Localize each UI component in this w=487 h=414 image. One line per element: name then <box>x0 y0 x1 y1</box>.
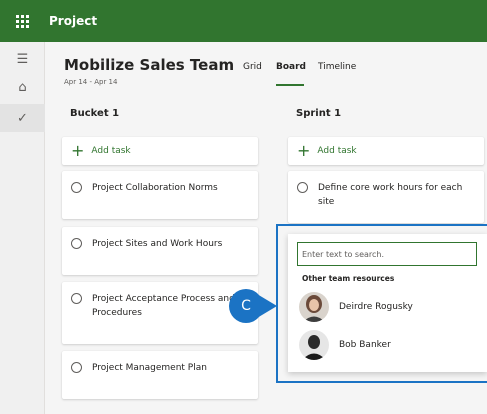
people-search-input[interactable] <box>297 242 477 266</box>
complete-task-checkbox[interactable] <box>71 182 82 193</box>
add-task-button[interactable]: + Add task <box>62 137 258 165</box>
add-task-label: Add task <box>317 146 357 156</box>
add-task-button[interactable]: + Add task <box>288 137 484 165</box>
task-title: Project Management Plan <box>92 363 207 373</box>
active-tab-indicator <box>276 84 304 86</box>
bucket-title[interactable]: Sprint 1 <box>296 108 341 119</box>
hamburger-icon[interactable]: ☰ <box>0 48 45 70</box>
left-rail: ☰ ⌂ ✓ <box>0 42 45 414</box>
avatar <box>299 330 329 360</box>
task-card[interactable]: Project Sites and Work Hours <box>62 227 258 275</box>
person-option[interactable]: Deirdre Rogusky <box>299 292 413 322</box>
task-title: Define core work hours for each site <box>318 183 463 207</box>
person-option[interactable]: Bob Banker <box>299 330 391 360</box>
complete-task-checkbox[interactable] <box>71 362 82 373</box>
app-header: Project <box>0 0 487 42</box>
section-label: Other team resources <box>302 274 395 283</box>
home-icon[interactable]: ⌂ <box>0 76 45 98</box>
tab-grid[interactable]: Grid <box>243 62 262 72</box>
complete-task-checkbox[interactable] <box>71 238 82 249</box>
person-name: Deirdre Rogusky <box>339 302 413 312</box>
person-name: Bob Banker <box>339 340 391 350</box>
bucket-title[interactable]: Bucket 1 <box>70 108 119 119</box>
task-card[interactable]: Project Management Plan <box>62 351 258 399</box>
callout-letter: C <box>241 298 251 314</box>
task-card[interactable]: Project Collaboration Norms <box>62 171 258 219</box>
task-title: Project Sites and Work Hours <box>92 239 223 249</box>
avatar <box>299 292 329 322</box>
plan-dates: Apr 14 - Apr 14 <box>64 78 118 86</box>
task-title: Project Collaboration Norms <box>92 183 218 193</box>
app-title: Project <box>49 14 98 28</box>
checkmark-icon[interactable]: ✓ <box>0 104 45 132</box>
complete-task-checkbox[interactable] <box>71 293 82 304</box>
assign-people-picker: Other team resources Deirdre Rogusky Bob… <box>288 234 487 372</box>
complete-task-checkbox[interactable] <box>297 182 308 193</box>
callout-marker: C <box>229 289 277 323</box>
tab-board[interactable]: Board <box>276 62 306 72</box>
task-title: Project Acceptance Process and Procedure… <box>92 294 235 318</box>
plan-title: Mobilize Sales Team <box>64 56 235 74</box>
add-task-label: Add task <box>91 146 131 156</box>
plus-icon: + <box>297 141 311 160</box>
plus-icon: + <box>71 141 85 160</box>
app-launcher-icon[interactable] <box>0 0 45 42</box>
tab-timeline[interactable]: Timeline <box>318 62 356 72</box>
task-card[interactable]: Define core work hours for each site <box>288 171 484 223</box>
